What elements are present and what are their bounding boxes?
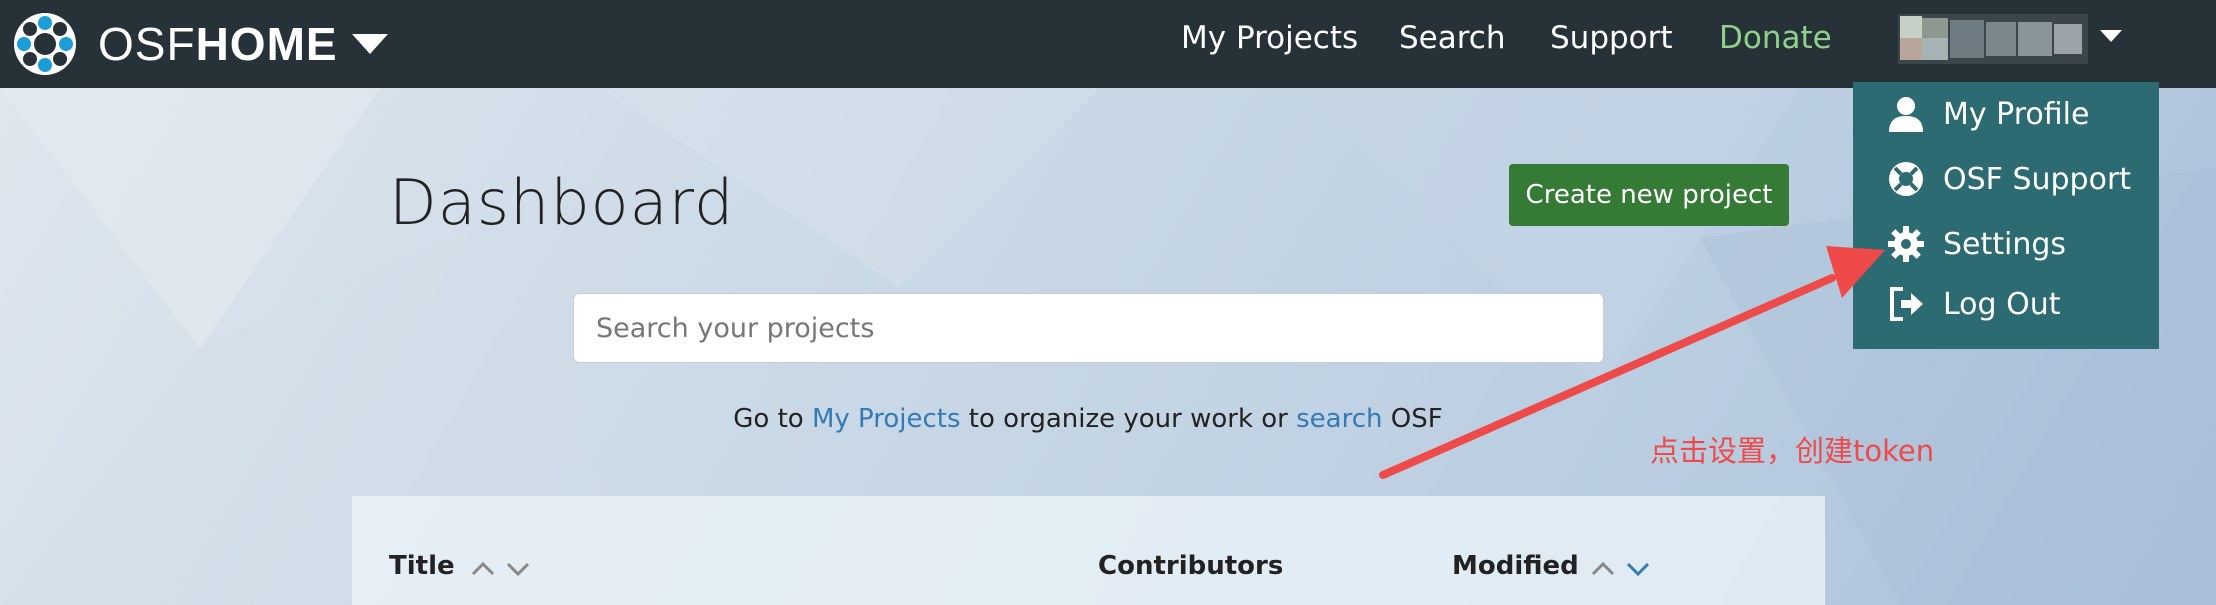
chevron-down-icon [351,34,388,54]
nav-support[interactable]: Support [1550,16,1673,60]
menu-item-label: OSF Support [1943,161,2132,197]
goto-prefix-text: Go to [733,404,812,434]
goto-suffix-text: OSF [1382,404,1443,434]
my-projects-link[interactable]: My Projects [812,404,961,434]
menu-item-label: My Profile [1943,96,2090,132]
lifebuoy-icon [1887,160,1925,198]
nav-my-projects[interactable]: My Projects [1181,16,1358,60]
nav-search[interactable]: Search [1399,16,1506,60]
column-header-contributors: Contributors [1098,551,1284,581]
nav-donate[interactable]: Donate [1719,16,1832,60]
column-header-title: Title [389,551,455,581]
menu-item-log-out[interactable]: Log Out [1853,276,2159,332]
goto-middle-text: to organize your work or [960,404,1297,434]
top-navbar: OSF HOME My Projects Search Support Dona… [0,0,2216,88]
projects-table [352,496,1825,605]
brand-home-text: HOME [195,18,338,70]
search-projects-input[interactable] [573,293,1604,363]
sort-descending-icon[interactable] [1625,558,1651,580]
gear-icon [1887,225,1925,263]
brand-home-menu[interactable]: OSF HOME [12,10,388,78]
menu-item-label: Log Out [1943,286,2061,322]
sort-ascending-icon[interactable] [1590,558,1616,580]
menu-item-settings[interactable]: Settings [1853,216,2159,272]
sort-ascending-icon[interactable] [470,558,496,580]
menu-item-osf-support[interactable]: OSF Support [1853,151,2159,207]
user-dropdown-menu: My Profile OSF Support Settings Log Out [1853,82,2159,349]
search-link[interactable]: search [1296,404,1382,434]
sort-descending-icon[interactable] [505,558,531,580]
brand-osf-text: OSF [98,18,196,70]
menu-item-my-profile[interactable]: My Profile [1853,86,2159,142]
column-header-modified: Modified [1452,551,1579,581]
page-title: Dashboard [389,166,735,239]
avatar [1898,14,2088,64]
menu-item-label: Settings [1943,226,2067,262]
osf-logo-icon [14,13,76,75]
chevron-down-icon [2100,30,2122,42]
user-icon [1887,95,1925,133]
user-menu-toggle[interactable] [1898,14,2098,64]
logout-icon [1887,285,1925,323]
annotation-label: 点击设置，创建token [1650,434,1935,468]
create-new-project-button[interactable]: Create new project [1509,164,1789,226]
